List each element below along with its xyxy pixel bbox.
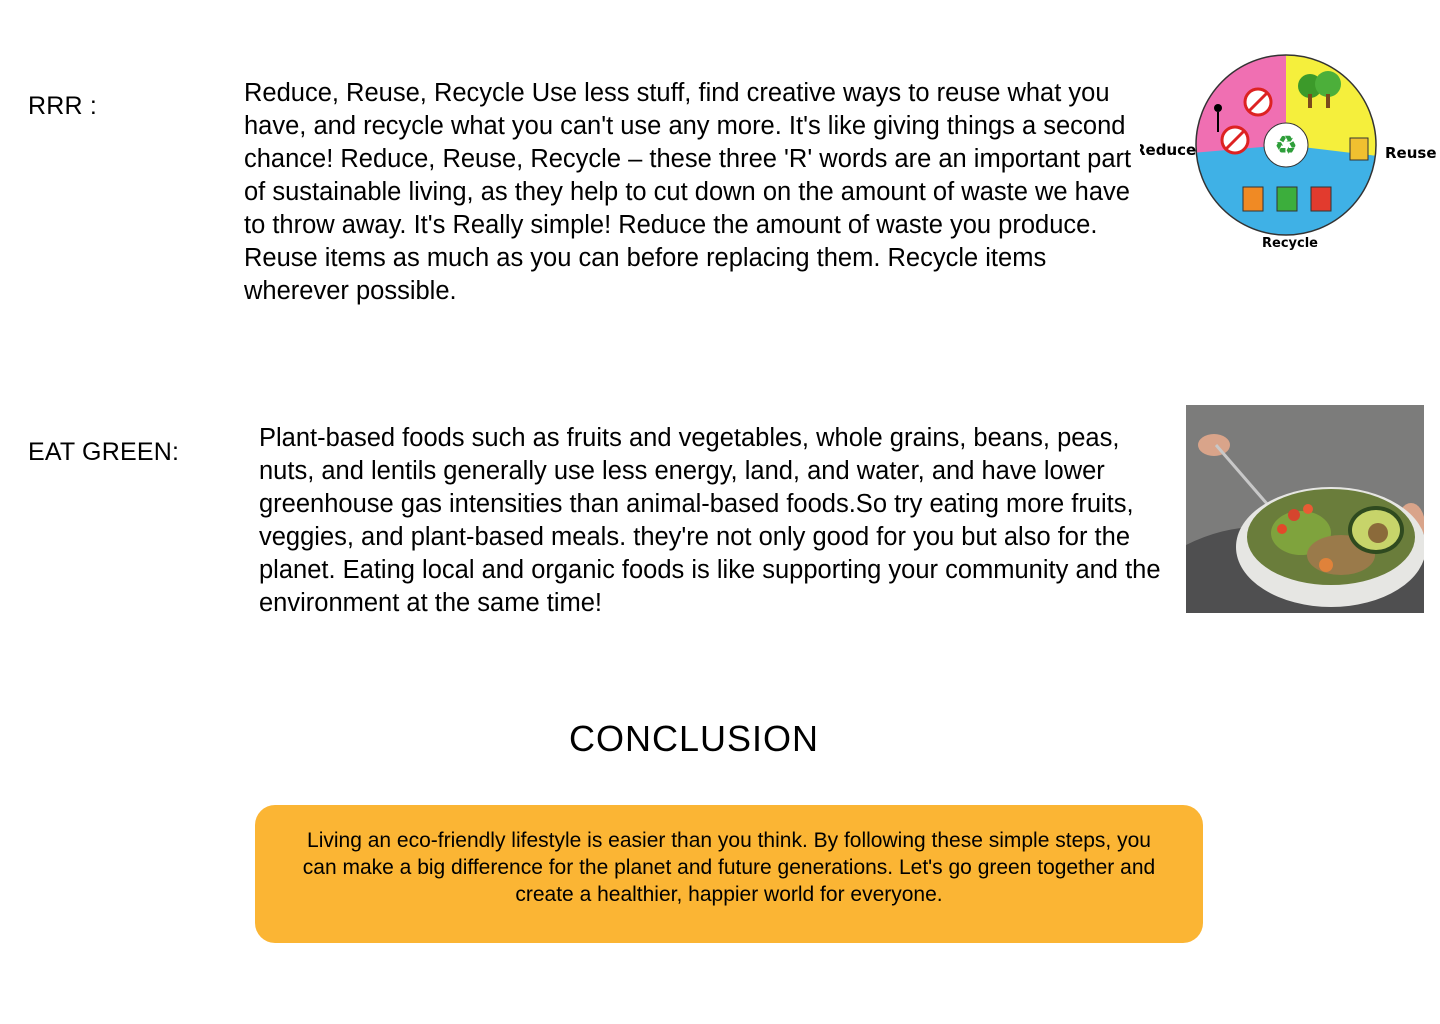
eat-green-paragraph: Plant-based foods such as fruits and veg… [259, 424, 1161, 617]
wheel-label-recycle: Recycle [1262, 236, 1318, 251]
wheel-label-reduce: Reduce [1134, 141, 1197, 159]
page: RRR : Reduce, Reuse, Recycle Use less st… [0, 0, 1440, 1024]
salad-bowl-illustration [1186, 405, 1424, 613]
rrr-label: RRR : [28, 92, 98, 120]
conclusion-heading: CONCLUSION [569, 718, 820, 759]
recycle-symbol-icon: ♻ [1274, 131, 1297, 161]
wheel-label-reuse: Reuse [1385, 144, 1437, 162]
conclusion-text: Living an eco-friendly lifestyle is easi… [302, 829, 1156, 906]
rrr-paragraph: Reduce, Reuse, Recycle Use less stuff, f… [244, 79, 1132, 305]
salad-bowl-photo [1186, 405, 1424, 613]
conclusion-card: Living an eco-friendly lifestyle is easi… [255, 805, 1203, 943]
eat-green-label: EAT GREEN: [28, 438, 180, 466]
rrr-wheel-image: ♻ Reduce Reuse Recycle [1140, 50, 1440, 260]
